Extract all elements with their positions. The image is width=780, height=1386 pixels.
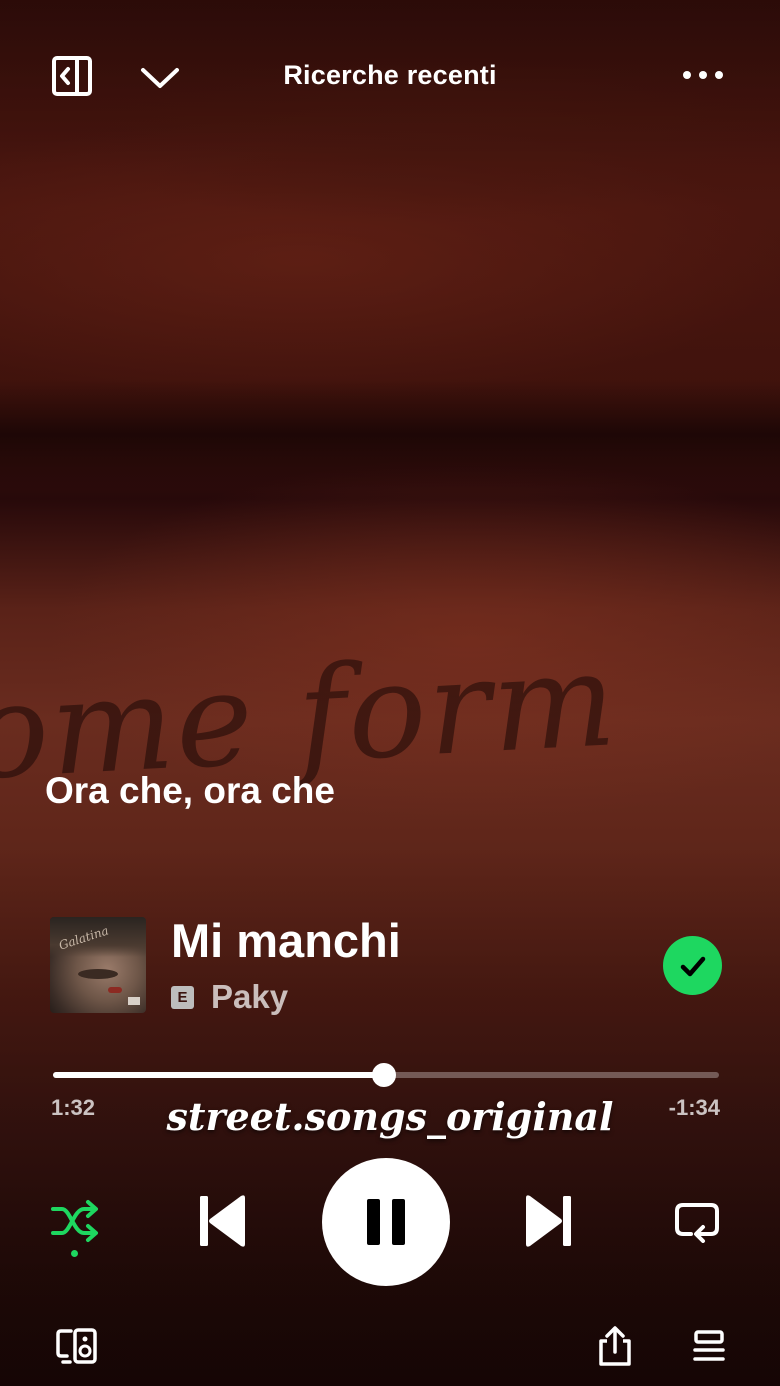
next-track-button[interactable] (522, 1193, 576, 1249)
liked-button[interactable] (663, 936, 722, 995)
speaker-device-icon (56, 1328, 97, 1364)
watermark-text: street.songs_original (166, 1094, 614, 1139)
progress-handle[interactable] (372, 1063, 396, 1087)
explicit-badge: E (171, 985, 194, 1009)
progress-bar[interactable] (53, 1063, 719, 1087)
current-lyric-line[interactable]: Ora che, ora che (45, 770, 335, 812)
pause-icon (367, 1199, 405, 1245)
progress-fill (53, 1072, 384, 1078)
shuffle-active-indicator (71, 1250, 78, 1257)
queue-icon (693, 1330, 725, 1361)
shuffle-icon (51, 1200, 98, 1242)
pause-button[interactable] (322, 1158, 450, 1286)
previous-track-button[interactable] (195, 1193, 249, 1249)
more-options-icon (683, 71, 723, 79)
next-icon (526, 1195, 571, 1247)
share-icon (599, 1326, 631, 1366)
more-options-button[interactable] (680, 62, 726, 88)
checkmark-icon (680, 956, 705, 976)
previous-icon (200, 1195, 245, 1247)
shuffle-button[interactable] (48, 1196, 102, 1246)
queue-button[interactable] (690, 1328, 728, 1364)
artist-row: E Paky (171, 978, 288, 1016)
context-title: Ricerche recenti (283, 60, 497, 90)
repeat-icon (675, 1203, 719, 1243)
artist-name[interactable]: Paky (211, 978, 288, 1016)
repeat-button[interactable] (672, 1198, 722, 1244)
share-button[interactable] (594, 1324, 636, 1368)
track-title[interactable]: Mi manchi (171, 913, 401, 968)
connect-device-button[interactable] (54, 1326, 100, 1366)
album-art[interactable]: Galatina (50, 917, 146, 1013)
